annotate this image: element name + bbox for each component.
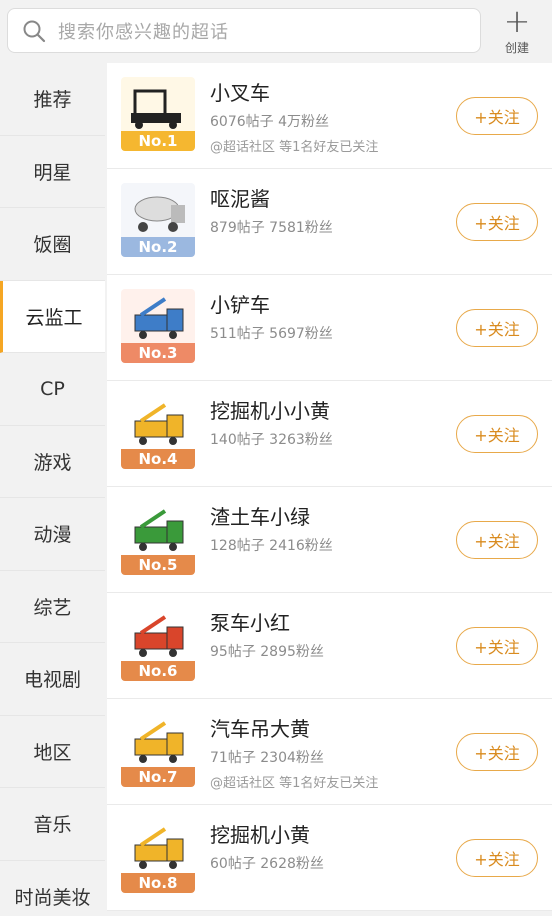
list-item[interactable]: No.3 小铲车 511帖子 5697粉丝 +关注 [107, 275, 552, 381]
follow-button[interactable]: +关注 [456, 521, 538, 559]
sidebar-item-6[interactable]: 动漫 [0, 498, 105, 571]
topic-thumbnail: No.7 [121, 713, 195, 787]
list-item[interactable]: No.7 汽车吊大黄 71帖子 2304粉丝 @超话社区 等1名好友已关注 +关注 [107, 699, 552, 805]
rank-badge: No.4 [121, 449, 195, 469]
sidebar-item-0[interactable]: 推荐 [0, 63, 105, 136]
topic-name: 汽车吊大黄 [210, 717, 310, 741]
sidebar-item-4[interactable]: CP [0, 353, 105, 426]
topic-stats: 128帖子 2416粉丝 [210, 538, 333, 554]
follow-button[interactable]: +关注 [456, 733, 538, 771]
plus-icon: + [503, 2, 531, 40]
topic-name: 渣土车小绿 [210, 505, 310, 529]
rank-badge: No.8 [121, 873, 195, 893]
friend-follow-note: @超话社区 等1名好友已关注 [210, 776, 379, 791]
topic-name: 小叉车 [210, 81, 270, 105]
follow-button[interactable]: +关注 [456, 97, 538, 135]
search-placeholder: 搜索你感兴趣的超话 [58, 21, 229, 43]
topic-stats: 95帖子 2895粉丝 [210, 644, 324, 660]
topic-name: 挖掘机小小黄 [210, 399, 330, 423]
list-item[interactable]: No.5 渣土车小绿 128帖子 2416粉丝 +关注 [107, 487, 552, 593]
rank-badge: No.2 [121, 237, 195, 257]
topic-thumbnail: No.6 [121, 607, 195, 681]
sidebar-item-2[interactable]: 饭圈 [0, 208, 105, 281]
rank-badge: No.1 [121, 131, 195, 151]
follow-button[interactable]: +关注 [456, 309, 538, 347]
super-topic-list: No.1 小叉车 6076帖子 4万粉丝 @超话社区 等1名好友已关注 +关注 No.2 呕… [107, 63, 552, 916]
topic-stats: 60帖子 2628粉丝 [210, 856, 324, 872]
list-item[interactable]: No.8 挖掘机小黄 60帖子 2628粉丝 +关注 [107, 805, 552, 911]
topic-stats: 879帖子 7581粉丝 [210, 220, 333, 236]
topic-stats: 6076帖子 4万粉丝 [210, 114, 329, 130]
follow-button[interactable]: +关注 [456, 415, 538, 453]
sidebar-item-11[interactable]: 时尚美妆 [0, 861, 105, 916]
create-label: 创建 [504, 41, 529, 55]
follow-button[interactable]: +关注 [456, 627, 538, 665]
topic-thumbnail: No.3 [121, 289, 195, 363]
create-button[interactable]: + 创建 [492, 4, 542, 58]
top-bar: 搜索你感兴趣的超话 + 创建 [0, 0, 552, 63]
rank-badge: No.7 [121, 767, 195, 787]
topic-thumbnail: No.5 [121, 501, 195, 575]
topic-thumbnail: No.2 [121, 183, 195, 257]
list-item[interactable]: No.6 泵车小红 95帖子 2895粉丝 +关注 [107, 593, 552, 699]
follow-button[interactable]: +关注 [456, 839, 538, 877]
topic-thumbnail: No.1 [121, 77, 195, 151]
topic-stats: 511帖子 5697粉丝 [210, 326, 333, 342]
topic-name: 呕泥酱 [210, 187, 270, 211]
sidebar-item-1[interactable]: 明星 [0, 136, 105, 208]
topic-thumbnail: No.8 [121, 819, 195, 893]
search-icon [23, 20, 46, 42]
sidebar-item-9[interactable]: 地区 [0, 716, 105, 788]
list-item[interactable]: No.2 呕泥酱 879帖子 7581粉丝 +关注 [107, 169, 552, 275]
sidebar-item-7[interactable]: 综艺 [0, 571, 105, 643]
rank-badge: No.3 [121, 343, 195, 363]
list-item[interactable]: No.1 小叉车 6076帖子 4万粉丝 @超话社区 等1名好友已关注 +关注 [107, 63, 552, 169]
friend-follow-note: @超话社区 等1名好友已关注 [210, 140, 379, 155]
category-sidebar: 推荐 明星 饭圈 云监工 CP 游戏 动漫 综艺 电视剧 地区 音乐 时尚美妆 [0, 63, 105, 916]
list-item[interactable]: No.4 挖掘机小小黄 140帖子 3263粉丝 +关注 [107, 381, 552, 487]
sidebar-item-8[interactable]: 电视剧 [0, 643, 105, 716]
search-input[interactable]: 搜索你感兴趣的超话 [7, 8, 481, 53]
topic-name: 挖掘机小黄 [210, 823, 310, 847]
sidebar-item-3[interactable]: 云监工 [0, 280, 105, 353]
sidebar-item-5[interactable]: 游戏 [0, 426, 105, 498]
topic-thumbnail: No.4 [121, 395, 195, 469]
topic-stats: 140帖子 3263粉丝 [210, 432, 333, 448]
rank-badge: No.5 [121, 555, 195, 575]
topic-stats: 71帖子 2304粉丝 [210, 750, 324, 766]
sidebar-item-10[interactable]: 音乐 [0, 788, 105, 861]
follow-button[interactable]: +关注 [456, 203, 538, 241]
rank-badge: No.6 [121, 661, 195, 681]
topic-name: 泵车小红 [210, 611, 290, 635]
topic-name: 小铲车 [210, 293, 270, 317]
